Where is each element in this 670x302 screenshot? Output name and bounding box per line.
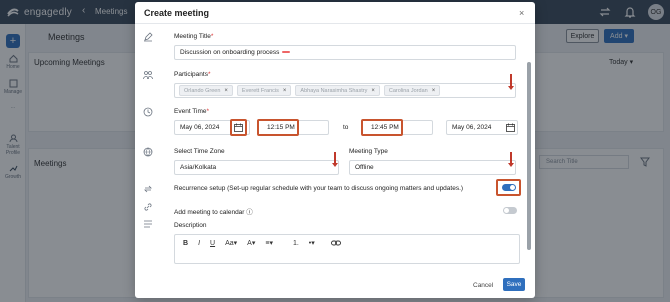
text-color-label: A — [247, 239, 252, 247]
underline-button[interactable]: U — [210, 240, 215, 247]
remove-chip-icon[interactable]: × — [432, 88, 436, 94]
close-icon[interactable]: × — [519, 8, 524, 18]
modal-footer: Cancel Save — [135, 274, 535, 298]
italic-button[interactable]: I — [198, 240, 200, 247]
time-zone-label: Select Time Zone — [174, 148, 225, 155]
participant-chip: Everett Francis × — [236, 85, 292, 96]
edit-icon — [144, 32, 153, 42]
globe-icon — [143, 147, 153, 157]
annotation-arrow — [332, 152, 338, 167]
participants-input[interactable]: Orlando Green × Everett Francis × Abhaya N… — [174, 83, 516, 98]
bullet-list-button[interactable]: • ▾ — [308, 239, 315, 248]
remove-chip-icon[interactable]: × — [371, 88, 375, 94]
calendar-label-text: Add meeting to calendar — [174, 209, 245, 216]
meeting-title-label-text: Meeting Title — [174, 33, 211, 40]
remove-chip-icon[interactable]: × — [224, 88, 228, 94]
meeting-title-input[interactable]: Discussion on onboarding process — [174, 45, 516, 60]
to-label: to — [343, 124, 349, 131]
recurrence-toggle[interactable] — [502, 184, 516, 191]
align-icon: ≡ — [265, 239, 270, 247]
calendar-toggle[interactable] — [503, 207, 517, 214]
remove-chip-icon[interactable]: × — [283, 88, 287, 94]
participant-chip: Abhaya Narasimha Shastry × — [295, 85, 380, 96]
link-icon — [144, 203, 152, 211]
menu-lines-icon — [144, 220, 152, 228]
description-editor[interactable]: B I U Aa ▾ A ▾ ≡ ▾ 1. • ▾ — [174, 234, 520, 264]
end-time-highlight — [361, 119, 403, 136]
recurrence-label-text: Recurrence setup — [174, 185, 226, 192]
font-size-button[interactable]: Aa ▾ — [225, 239, 237, 248]
meeting-title-value: Discussion on onboarding process — [180, 49, 280, 56]
event-time-label-text: Event Time — [174, 108, 207, 115]
participants-icon — [143, 71, 153, 80]
meeting-title-label: Meeting Title* — [174, 33, 213, 40]
participant-name: Carolina Jordan — [388, 87, 428, 94]
toggle-knob — [510, 185, 515, 190]
modal-title: Create meeting — [144, 8, 210, 18]
end-date-value: May 06, 2024 — [452, 124, 492, 131]
calendar-icon[interactable] — [234, 123, 243, 132]
participant-name: Abhaya Narasimha Shastry — [300, 87, 368, 94]
create-meeting-modal: Create meeting × Meeting Title* Discussi… — [135, 2, 535, 298]
required-mark: * — [207, 71, 211, 78]
participant-chip: Orlando Green × — [179, 85, 233, 96]
calendar-label: Add meeting to calendar ⓘ — [174, 206, 253, 216]
ordered-list-icon[interactable]: 1. — [293, 240, 299, 247]
modal-scrollbar[interactable] — [527, 62, 531, 250]
cancel-button[interactable]: Cancel — [473, 282, 493, 289]
participant-chip: Carolina Jordan × — [383, 85, 441, 96]
participant-name: Everett Francis — [241, 87, 279, 94]
participant-name: Orlando Green — [184, 87, 221, 94]
calendar-icon[interactable] — [506, 123, 515, 132]
participants-label-text: Participants — [174, 71, 208, 78]
font-size-label: Aa — [225, 239, 234, 247]
bold-button[interactable]: B — [183, 240, 188, 247]
time-zone-select[interactable]: Asia/Kolkata — [174, 160, 339, 175]
link-insert-icon[interactable] — [330, 239, 341, 247]
clock-icon — [143, 107, 153, 117]
annotation-arrow — [508, 74, 514, 90]
editor-toolbar: B I U Aa ▾ A ▾ ≡ ▾ 1. • ▾ — [183, 239, 341, 247]
event-time-label: Event Time* — [174, 108, 209, 115]
modal-header: Create meeting × — [135, 2, 535, 24]
align-button[interactable]: ≡ ▾ — [265, 239, 273, 248]
required-mark: * — [206, 108, 210, 115]
recurrence-label: Recurrence setup (Set-up regular schedul… — [174, 185, 463, 192]
start-time-highlight — [257, 119, 299, 136]
bullet-list-icon: • — [308, 239, 312, 247]
start-date-value: May 06, 2024 — [180, 124, 220, 131]
save-button[interactable]: Save — [503, 278, 525, 291]
info-icon[interactable]: ⓘ — [246, 209, 253, 216]
cursor-mark — [282, 51, 291, 54]
participants-label: Participants* — [174, 71, 211, 78]
meeting-type-value: Offline — [355, 164, 374, 171]
time-zone-value: Asia/Kolkata — [180, 164, 217, 171]
description-label: Description — [174, 222, 207, 229]
toggle-knob — [504, 208, 509, 213]
meeting-type-label: Meeting Type — [349, 148, 388, 155]
repeat-icon — [144, 185, 152, 193]
annotation-arrow — [508, 152, 514, 167]
text-color-button[interactable]: A ▾ — [247, 239, 255, 248]
required-mark: * — [210, 33, 214, 40]
recurrence-hint: (Set-up regular schedule with your team … — [227, 185, 464, 192]
meeting-type-select[interactable]: Offline — [349, 160, 516, 175]
